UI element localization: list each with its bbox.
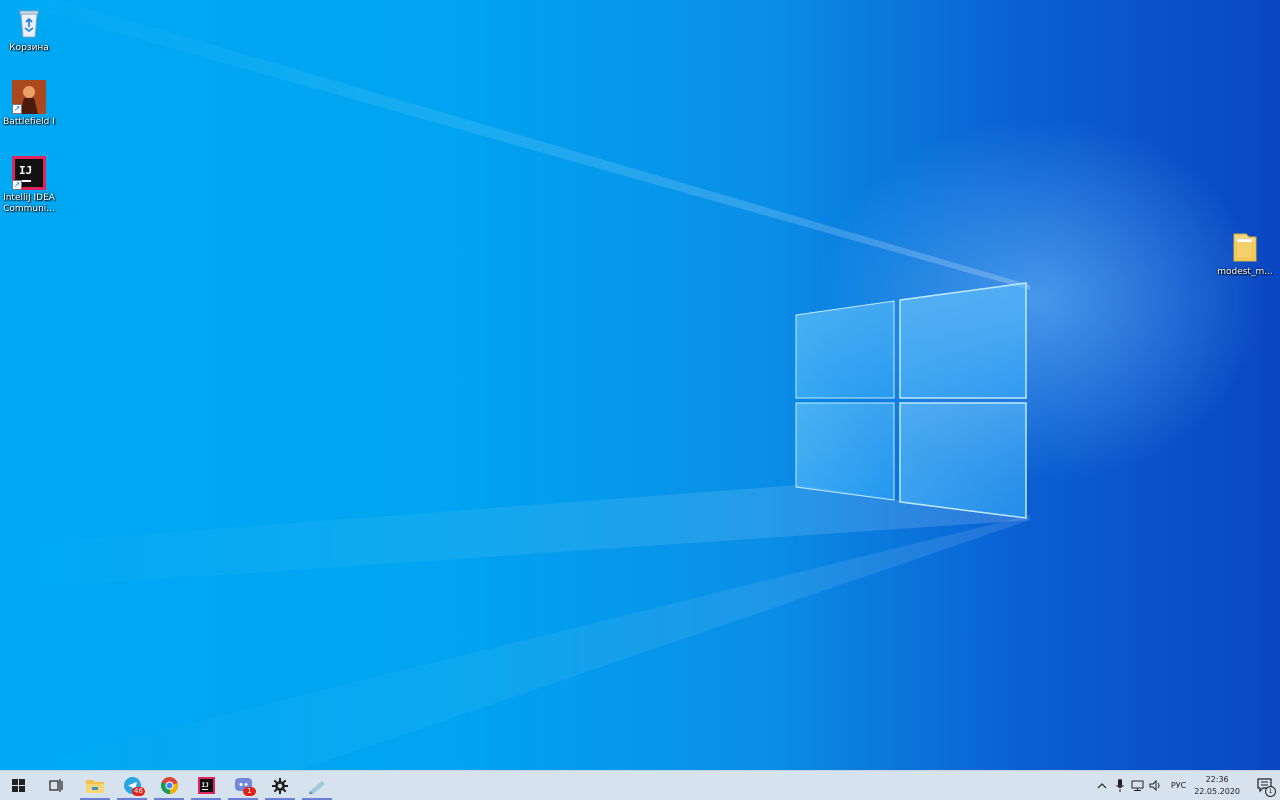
unread-badge: 1 [243, 787, 256, 796]
desktop-icon-label: Battlefield I [3, 117, 55, 127]
desktop-icon-label: Корзина [9, 43, 49, 53]
battlefield-icon: ↗ [12, 80, 46, 114]
windows-start-icon [11, 779, 25, 792]
start-button[interactable] [2, 771, 34, 800]
taskbar-app-discord[interactable]: 1 [228, 771, 258, 800]
microphone-icon [1115, 779, 1124, 792]
taskbar-app-settings[interactable] [265, 771, 295, 800]
gear-icon [272, 777, 288, 794]
desktop-icon-battlefield[interactable]: ↗ Battlefield I [0, 80, 60, 128]
notification-count: 1 [1265, 786, 1276, 797]
show-hidden-icons-button[interactable] [1093, 771, 1111, 800]
desktop-icon-label: modest_m... [1217, 267, 1273, 277]
volume-tray-button[interactable] [1147, 771, 1165, 800]
taskbar-app-telegram[interactable]: 46 [117, 771, 147, 800]
intellij-idea-icon: IJ ↗ [12, 156, 46, 190]
taskbar-app-file-explorer[interactable] [80, 771, 110, 800]
windows-logo-light-rays [0, 0, 1030, 770]
desktop-icon-label: IntelliJ IDEA Communi... [3, 193, 55, 214]
app-icon [309, 780, 325, 794]
network-tray-button[interactable] [1129, 771, 1147, 800]
speaker-icon [1149, 780, 1160, 791]
microphone-tray-button[interactable] [1111, 771, 1129, 800]
clock-time: 22:36 [1205, 774, 1229, 784]
task-view-button[interactable] [40, 771, 72, 800]
desktop-wallpaper: Корзина ↗ Battlefield I IJ ↗ IntelliJ ID… [0, 0, 1280, 770]
folder-icon [1228, 230, 1262, 264]
taskbar-app-intellij-idea[interactable]: IJ [191, 771, 221, 800]
system-tray: РУС 22:36 22.05.2020 1 [1093, 771, 1280, 800]
folder-icon [86, 780, 104, 793]
task-view-icon [49, 779, 63, 792]
intellij-idea-icon: IJ [197, 777, 215, 794]
taskbar-app-generic[interactable] [302, 771, 332, 800]
svg-text:IJ: IJ [19, 164, 32, 177]
shortcut-arrow-icon: ↗ [12, 180, 22, 190]
desktop-icon-recycle-bin[interactable]: Корзина [0, 6, 60, 54]
shortcut-arrow-icon: ↗ [12, 104, 22, 114]
taskbar-app-chrome[interactable] [154, 771, 184, 800]
unread-badge: 46 [132, 787, 145, 796]
clock[interactable]: 22:36 22.05.2020 [1194, 774, 1240, 798]
taskbar: 46 IJ 1 РУС 22:36 22.05.2020 1 [0, 770, 1280, 800]
clock-date: 22.05.2020 [1194, 786, 1240, 796]
language-indicator[interactable]: РУС [1171, 781, 1186, 790]
recycle-bin-icon [12, 6, 46, 40]
chevron-up-icon [1097, 782, 1107, 788]
chrome-icon [160, 777, 178, 794]
desktop-icon-modest-folder[interactable]: modest_m... [1214, 230, 1276, 278]
svg-text:IJ: IJ [201, 782, 208, 789]
desktop-icon-intellij-idea[interactable]: IJ ↗ IntelliJ IDEA Communi... [0, 156, 60, 215]
network-icon [1131, 780, 1144, 791]
action-center-button[interactable]: 1 [1250, 771, 1280, 800]
